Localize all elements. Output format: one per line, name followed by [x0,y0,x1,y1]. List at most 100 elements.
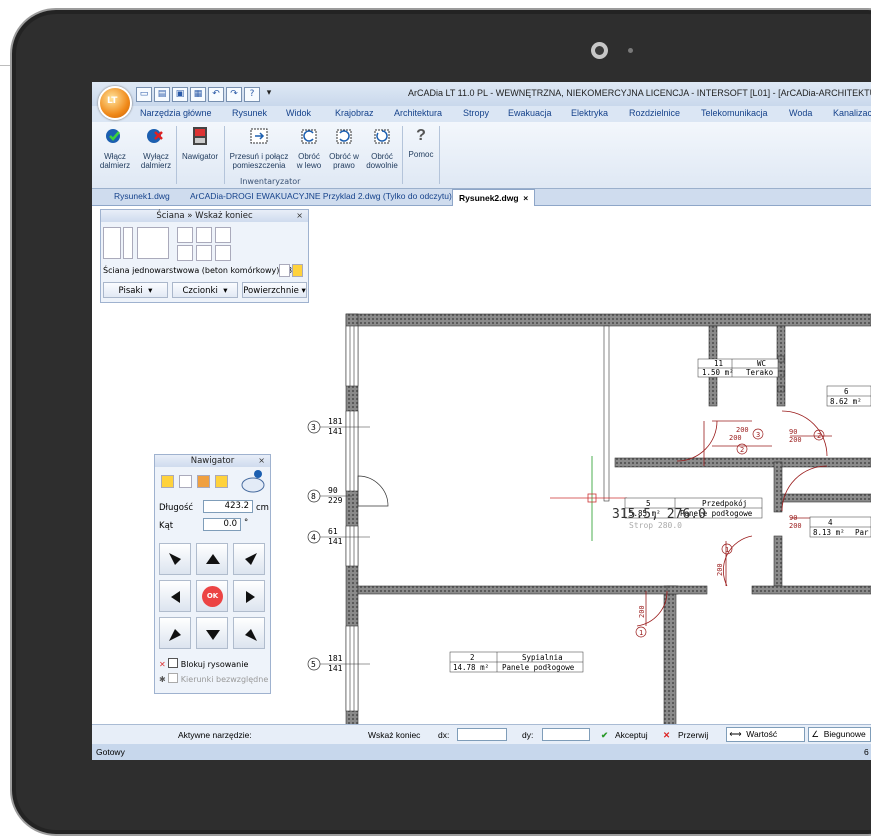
move-join-rooms-button[interactable]: Przesuń i połącz pomieszczenia [226,126,292,170]
pens-dropdown[interactable]: Pisaki ▾ [103,282,168,298]
wall-type-browse-icon[interactable] [279,264,290,277]
nav-left-button[interactable] [159,580,191,612]
wall-snap-icon-4[interactable] [177,245,193,261]
fonts-dropdown[interactable]: Czcionki ▾ [172,282,238,298]
absolute-directions-row[interactable]: ✱ Kierunki bezwzględne [159,673,268,684]
room-label-6: 6 8.62 m² [826,385,871,407]
tab-kanalizacja[interactable]: Kanalizacj [833,108,871,118]
svg-text:2: 2 [470,653,475,662]
nav-up-right-button[interactable] [233,543,265,575]
nav-down-right-button[interactable] [233,617,265,649]
svg-text:141: 141 [328,664,343,673]
close-tab-icon[interactable]: × [523,193,528,203]
wall-offset-icon[interactable] [123,227,133,259]
tab-rozdzielnice[interactable]: Rozdzielnice [629,108,680,118]
rotate-left-button[interactable]: Obróć w lewo [294,126,324,170]
print-icon[interactable]: ▦ [190,87,206,102]
ribbon-group-label: Inwentaryzator [240,177,301,186]
window-tag: 4 61141 [307,527,370,546]
angle-input[interactable]: 0.0 [203,518,241,531]
wall-layers-icon[interactable] [103,227,121,259]
tab-stropy[interactable]: Stropy [463,108,489,118]
help-icon: ? [416,127,426,144]
nav-down-button[interactable] [196,617,228,649]
lock-drawing-checkbox[interactable] [168,658,179,668]
tab-rysunek[interactable]: Rysunek [232,108,267,118]
redo-icon[interactable]: ↷ [226,87,242,102]
nav-ok-button[interactable]: OK [196,580,228,612]
wall-snap-icon-1[interactable] [177,227,193,243]
enable-rangefinder-button[interactable]: Włącz dalmierz [94,126,136,170]
doc-tab-rysunek2[interactable]: Rysunek2.dwg × [452,189,536,206]
doc-tab-rysunek1[interactable]: Rysunek1.dwg [114,191,170,201]
open-file-icon[interactable]: ▤ [154,87,170,102]
absolute-directions-icon: ✱ [159,675,166,684]
length-input[interactable]: 423.2 [203,500,253,513]
svg-text:5: 5 [311,660,316,669]
window-tag: 3 181141 [307,417,370,436]
nav-mode-icon-4[interactable] [215,475,228,488]
new-file-icon[interactable]: ▭ [136,87,152,102]
surfaces-dropdown[interactable]: Powierzchnie ▾ [242,282,307,298]
nav-mode-icon-3[interactable] [197,475,210,488]
absolute-directions-checkbox[interactable] [168,673,179,683]
arrow-down-icon [206,630,220,640]
arrow-left-icon [171,591,180,603]
tab-widok[interactable]: Widok [286,108,311,118]
wall-type-material-icon[interactable] [292,264,303,277]
nav-down-left-button[interactable] [159,617,191,649]
svg-text:Panele podłogowe: Panele podłogowe [502,663,575,672]
tab-woda[interactable]: Woda [789,108,812,118]
nav-mode-icon-1[interactable] [161,475,174,488]
help-icon[interactable]: ? [244,87,260,102]
dy-input[interactable] [542,728,590,741]
dx-input[interactable] [457,728,507,741]
tab-architektura[interactable]: Architektura [394,108,442,118]
tab-ewakuacja[interactable]: Ewakuacja [508,108,552,118]
doc-tab-drogi-ewakuacyjne[interactable]: ArCADia-DROGI EWAKUACYJNE Przyklad 2.dwg… [190,191,452,201]
wall-properties-icon[interactable] [137,227,169,259]
tab-narzedzia-glowne[interactable]: Narzędzia główne [140,108,212,118]
svg-text:8.13 m²: 8.13 m² [813,528,845,537]
polar-button[interactable]: ∠ Biegunowe [808,727,871,742]
app-window: ▭ ▤ ▣ ▦ ↶ ↷ ? ▾ ArCADia LT 11.0 PL - WEW… [92,82,871,760]
arrow-up-left-icon [169,553,181,565]
page-number: 6 [864,747,869,757]
disable-rangefinder-button[interactable]: Wyłącz dalmierz [136,126,176,170]
lock-drawing-row[interactable]: ✕ Blokuj rysowanie [159,658,248,669]
svg-text:141: 141 [328,537,343,546]
nav-up-button[interactable] [196,543,228,575]
cancel-button[interactable]: Przerwij [678,730,708,740]
close-icon[interactable]: × [258,455,265,467]
navigator-button[interactable]: Nawigator [178,126,222,161]
accept-button[interactable]: Akceptuj [615,730,648,740]
app-logo-text: LT [107,96,118,106]
wall-panel: Ściana » Wskaż koniec × Ściana jednowarst… [100,209,309,303]
value-button[interactable]: ⟷ Wartość [726,727,805,742]
svg-text:3: 3 [756,431,760,439]
tab-krajobraz[interactable]: Krajobraz [335,108,374,118]
close-icon[interactable]: × [296,210,303,222]
app-logo-button[interactable]: LT [98,86,132,120]
mouse-bluetooth-icon[interactable] [239,469,265,493]
help-button[interactable]: ? Pomoc [406,126,436,159]
nav-right-button[interactable] [233,580,265,612]
wall-snap-icon-6[interactable] [215,245,231,261]
tab-telekomunikacja[interactable]: Telekomunikacja [701,108,768,118]
tab-elektryka[interactable]: Elektryka [571,108,608,118]
save-icon[interactable]: ▣ [172,87,188,102]
rangefinder-off-icon [147,129,163,143]
wall-snap-icon-5[interactable] [196,245,212,261]
qat-menu-icon[interactable]: ▾ [262,87,276,100]
rotate-free-button[interactable]: Obróć dowolnie [364,126,400,170]
nav-mode-icon-2[interactable] [179,475,192,488]
command-bar: Aktywne narzędzie: Wskaż koniec dx: dy: … [92,724,871,745]
svg-text:200: 200 [789,436,802,444]
rotate-right-button[interactable]: Obróć w prawo [326,126,362,170]
nav-up-left-button[interactable] [159,543,191,575]
wall-snap-icon-2[interactable] [196,227,212,243]
svg-text:Sypialnia: Sypialnia [522,653,563,662]
cancel-icon: ✕ [663,730,671,740]
wall-snap-icon-3[interactable] [215,227,231,243]
undo-icon[interactable]: ↶ [208,87,224,102]
